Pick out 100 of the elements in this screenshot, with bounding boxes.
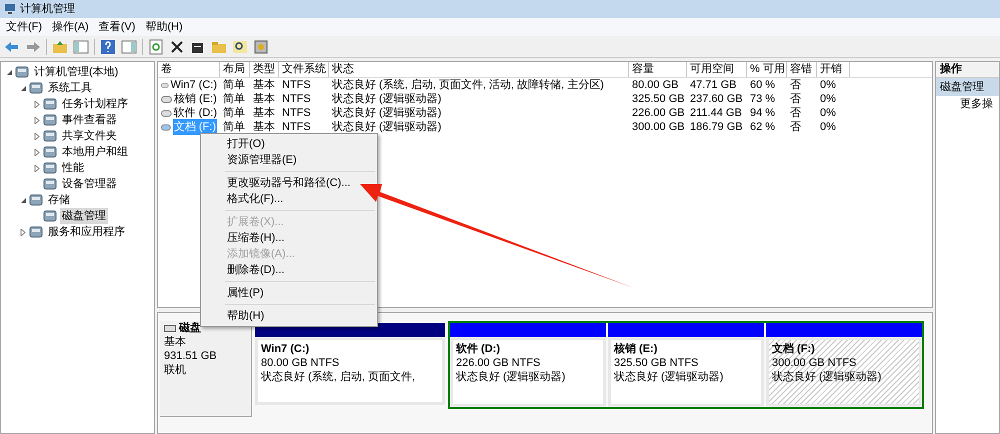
tree-item[interactable]: 存储 bbox=[46, 192, 72, 208]
menu-item[interactable]: 文件(F) bbox=[6, 18, 42, 36]
table-cell[interactable]: 软件 (D:) bbox=[174, 104, 217, 122]
tree-node-icon bbox=[29, 193, 43, 207]
table-cell-text: 325.50 GB bbox=[632, 92, 685, 107]
column-header[interactable]: 容量 bbox=[629, 62, 687, 77]
table-cell-text: 否 bbox=[790, 120, 801, 135]
table-cell[interactable]: 核销 (E:) bbox=[174, 90, 217, 108]
tree-item[interactable]: 设备管理器 bbox=[60, 176, 119, 192]
partition-block[interactable]: 核销 (E:) 325.50 GB NTFS 状态良好 (逻辑驱动器) bbox=[608, 337, 764, 407]
help-icon[interactable] bbox=[100, 38, 116, 54]
refresh-icon[interactable] bbox=[148, 38, 164, 54]
table-cell-text: 0% bbox=[820, 120, 836, 135]
tree-item[interactable]: 共享文件夹 bbox=[60, 128, 119, 144]
menu-item[interactable]: 操作(A) bbox=[52, 18, 89, 36]
column-header[interactable]: 可用空间 bbox=[687, 62, 747, 77]
expand-arrow-icon[interactable] bbox=[34, 148, 40, 156]
expand-arrow-icon[interactable] bbox=[34, 132, 40, 140]
partition-block[interactable]: 软件 (D:) 226.00 GB NTFS 状态良好 (逻辑驱动器) bbox=[450, 337, 606, 407]
tree-item[interactable]: 磁盘管理 bbox=[60, 208, 108, 224]
tree-node-icon bbox=[43, 177, 57, 191]
table-cell-text: 基本 bbox=[253, 120, 275, 135]
expand-arrow-icon[interactable] bbox=[34, 100, 40, 108]
tree-item[interactable]: 服务和应用程序 bbox=[46, 224, 127, 240]
expand-arrow-icon[interactable] bbox=[20, 228, 26, 236]
table-cell-text: 状态良好 (逻辑驱动器) bbox=[332, 106, 442, 120]
tree-node-icon bbox=[43, 145, 57, 159]
table-cell-text: 80.00 GB bbox=[632, 78, 678, 93]
table-cell-text: NTFS bbox=[282, 120, 311, 135]
column-header[interactable]: 卷 bbox=[158, 62, 220, 77]
tree-node-icon bbox=[29, 81, 43, 95]
collapse-arrow-icon[interactable] bbox=[20, 84, 26, 92]
tree-node-icon bbox=[43, 97, 57, 111]
column-header[interactable]: 类型 bbox=[250, 62, 279, 77]
tree-item[interactable]: 性能 bbox=[60, 160, 86, 176]
table-cell-text: 237.60 GB bbox=[690, 92, 743, 107]
table-cell-text: 0% bbox=[820, 78, 836, 93]
menu-item[interactable]: 帮助(H) bbox=[145, 18, 183, 36]
table-cell-text: 0% bbox=[820, 106, 836, 121]
column-header[interactable]: % 可用 bbox=[747, 62, 787, 77]
window-title: 计算机管理 bbox=[20, 2, 75, 17]
context-menu-item[interactable]: 更改驱动器号和路径(C)... bbox=[201, 175, 352, 191]
partition-size: 80.00 GB NTFS bbox=[261, 356, 340, 370]
partition-block[interactable]: Win7 (C:) 80.00 GB NTFS 状态良好 (系统, 启动, 页面文件, bbox=[255, 337, 445, 405]
partition-name: Win7 (C:) bbox=[261, 342, 310, 356]
table-cell-text: 186.79 GB bbox=[690, 120, 743, 135]
tree-item[interactable]: 任务计划程序 bbox=[60, 96, 130, 112]
context-menu-item[interactable]: 压缩卷(H)... bbox=[201, 230, 286, 246]
expand-arrow-icon[interactable] bbox=[34, 116, 40, 124]
table-cell-text: 基本 bbox=[253, 92, 275, 107]
partition-name: 文档 (F:) bbox=[772, 342, 816, 356]
magnifier-icon[interactable] bbox=[232, 38, 248, 54]
context-menu-item[interactable]: 格式化(F)... bbox=[201, 191, 286, 207]
context-menu-item[interactable]: 帮助(H) bbox=[201, 308, 266, 324]
tree-item[interactable]: 本地用户和组 bbox=[60, 144, 130, 160]
computer-icon bbox=[4, 3, 16, 15]
partition-block[interactable]: 文档 (F:) 300.00 GB NTFS 状态良好 (逻辑驱动器) bbox=[766, 337, 922, 407]
table-cell-text: 73 % bbox=[750, 92, 776, 107]
pane-toggle-icon[interactable] bbox=[73, 38, 89, 54]
tree-item[interactable]: 事件查看器 bbox=[60, 112, 119, 128]
table-cell[interactable]: Win7 (C:) bbox=[170, 76, 217, 94]
tree-node-icon bbox=[43, 161, 57, 175]
context-menu-item[interactable]: 删除卷(D)... bbox=[201, 262, 286, 278]
delete-icon[interactable] bbox=[169, 38, 185, 54]
expand-arrow-icon[interactable] bbox=[34, 164, 40, 172]
table-cell-text: 状态良好 (逻辑驱动器) bbox=[332, 92, 442, 106]
tree-node-icon bbox=[43, 129, 57, 143]
disk-status: 联机 bbox=[164, 363, 187, 377]
tree-item[interactable]: 系统工具 bbox=[46, 80, 94, 96]
column-header[interactable]: 开销 bbox=[817, 62, 850, 77]
actions-section-header[interactable]: 磁盘管理 bbox=[936, 78, 999, 96]
menu-item[interactable]: 查看(V) bbox=[98, 18, 136, 36]
table-cell-text: 47.71 GB bbox=[690, 78, 736, 93]
partition-size: 300.00 GB NTFS bbox=[772, 356, 858, 370]
table-cell-text: NTFS bbox=[282, 92, 311, 107]
table-cell-text: 62 % bbox=[750, 120, 776, 135]
disk-size: 931.51 GB bbox=[164, 349, 218, 363]
pane-toggle-icon[interactable] bbox=[121, 38, 137, 54]
partition-status: 状态良好 (逻辑驱动器) bbox=[456, 370, 566, 384]
action-link[interactable]: 更多操 bbox=[936, 96, 999, 112]
context-menu-item[interactable]: 属性(P) bbox=[201, 285, 266, 301]
drive-icon bbox=[161, 124, 171, 130]
tree-item[interactable]: 计算机管理(本地) bbox=[32, 64, 120, 80]
column-header[interactable]: 文件系统 bbox=[279, 62, 329, 77]
column-header[interactable]: 容错 bbox=[787, 62, 817, 77]
collapse-arrow-icon[interactable] bbox=[6, 68, 12, 76]
column-header[interactable]: 布局 bbox=[220, 62, 250, 77]
table-cell-text: 状态良好 (系统, 启动, 页面文件, 活动, 故障转储, 主分区) bbox=[332, 78, 604, 92]
context-menu-item[interactable]: 打开(O) bbox=[201, 136, 267, 152]
folder-up-icon[interactable] bbox=[52, 38, 68, 54]
tree-node-icon bbox=[15, 65, 29, 79]
context-menu-item[interactable]: 资源管理器(E) bbox=[201, 152, 299, 168]
table-cell-text: 211.44 GB bbox=[690, 106, 742, 121]
collapse-arrow-icon[interactable] bbox=[20, 196, 26, 204]
partition-size: 226.00 GB NTFS bbox=[456, 356, 542, 370]
partition-status: 状态良好 (逻辑驱动器) bbox=[772, 370, 882, 384]
column-header[interactable]: 状态 bbox=[329, 62, 629, 77]
partition-name: 核销 (E:) bbox=[614, 342, 658, 356]
partition-name: 软件 (D:) bbox=[456, 342, 501, 356]
table-cell-text: NTFS bbox=[282, 106, 311, 121]
